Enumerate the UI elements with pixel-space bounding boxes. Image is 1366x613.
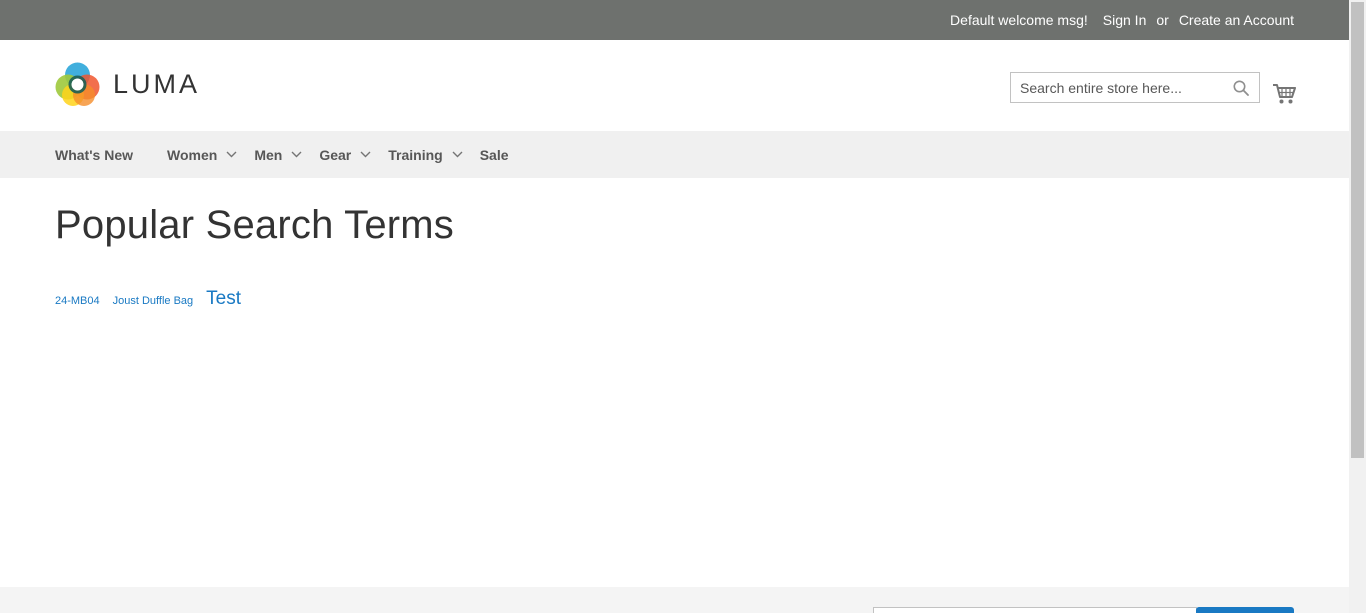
welcome-message: Default welcome msg! xyxy=(950,12,1088,28)
footer xyxy=(0,587,1349,613)
nav-item-whats-new[interactable]: What's New xyxy=(55,147,133,163)
scrollbar-thumb[interactable] xyxy=(1351,2,1364,458)
chevron-down-icon xyxy=(226,151,237,158)
subscribe-button[interactable] xyxy=(1196,607,1294,613)
shopping-cart-icon[interactable] xyxy=(1272,83,1296,105)
logo-text: LUMA xyxy=(113,69,201,99)
nav-item-label: What's New xyxy=(55,146,134,163)
nav-item-label: Sale xyxy=(479,146,509,163)
nav-item-women[interactable]: Women xyxy=(167,147,237,163)
search-terms-cloud: 24-MB04 Joust Duffle Bag Test xyxy=(55,288,1349,310)
chevron-down-icon xyxy=(291,151,302,158)
newsletter-email-field[interactable] xyxy=(873,607,1197,613)
nav-item-label: Gear xyxy=(319,146,352,163)
search-term-link[interactable]: 24-MB04 xyxy=(55,295,100,307)
nav-item-men[interactable]: Men xyxy=(254,147,302,163)
page-scrollbar[interactable] xyxy=(1349,0,1366,613)
header-links: Default welcome msg! Sign In or Create a… xyxy=(950,0,1294,40)
chevron-down-icon xyxy=(452,151,463,158)
header: LUMA xyxy=(0,40,1349,131)
search-term-link[interactable]: Test xyxy=(206,288,241,310)
nav-item-gear[interactable]: Gear xyxy=(319,147,371,163)
luma-logo[interactable]: LUMA xyxy=(55,62,200,107)
nav-item-label: Training xyxy=(388,146,443,163)
page-title: Popular Search Terms xyxy=(55,203,454,247)
main-navigation: What's New Women Men Gear Training Sale xyxy=(0,131,1349,178)
nav-item-label: Men xyxy=(254,146,283,163)
page: Default welcome msg! Sign In or Create a… xyxy=(0,0,1349,613)
chevron-down-icon xyxy=(360,151,371,158)
create-account-link[interactable]: Create an Account xyxy=(1179,12,1294,28)
nav-item-training[interactable]: Training xyxy=(388,146,463,163)
nav-item-sale[interactable]: Sale xyxy=(480,147,509,163)
search-box xyxy=(1010,72,1260,103)
search-icon[interactable] xyxy=(1233,80,1249,96)
search-input[interactable] xyxy=(1011,73,1221,102)
nav-item-label: Women xyxy=(167,146,218,163)
or-separator: or xyxy=(1156,12,1169,28)
main-content: Popular Search Terms 24-MB04 Joust Duffl… xyxy=(0,204,1349,310)
search-term-link[interactable]: Joust Duffle Bag xyxy=(113,295,194,307)
sign-in-link[interactable]: Sign In xyxy=(1103,12,1147,28)
top-panel: Default welcome msg! Sign In or Create a… xyxy=(0,0,1349,40)
luma-logo-icon xyxy=(55,62,100,106)
